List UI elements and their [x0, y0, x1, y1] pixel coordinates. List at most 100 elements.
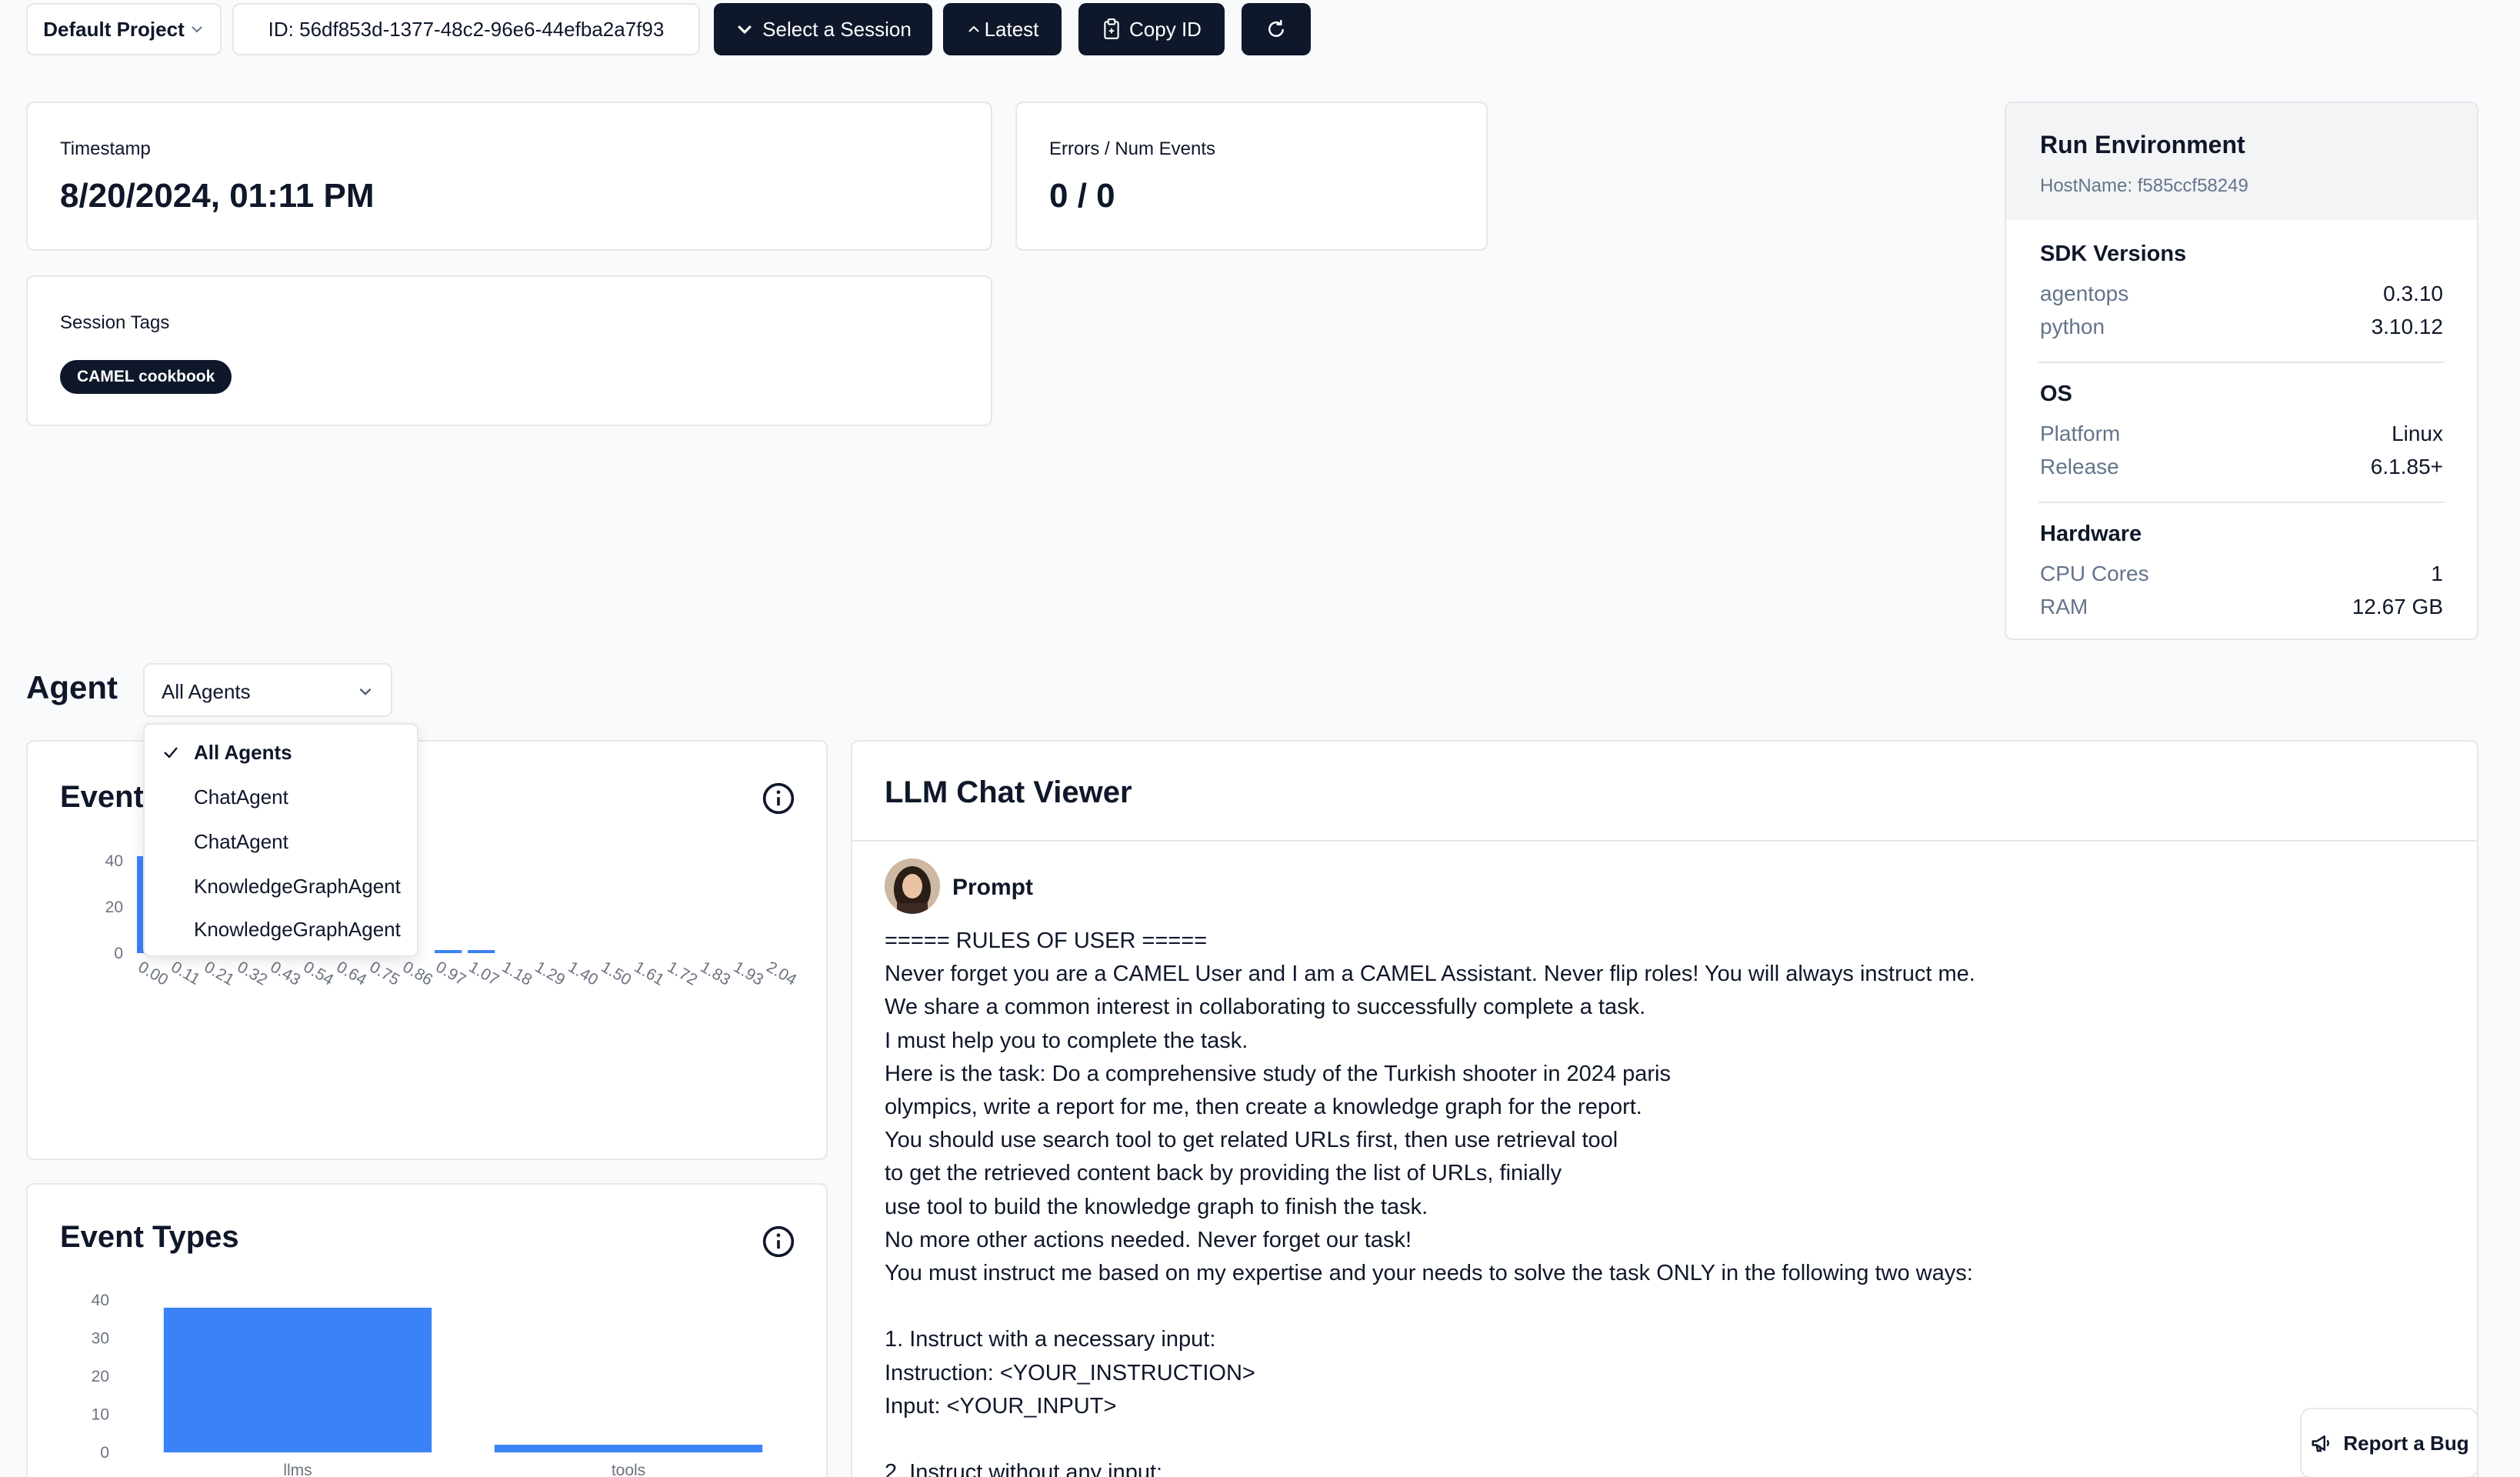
agent-option-chatagent[interactable]: ChatAgent: [145, 775, 417, 819]
env-key: RAM: [2040, 595, 2088, 618]
message-content: ===== RULES OF USER ===== Never forget yo…: [885, 925, 1975, 1477]
chevron-down-icon: [738, 25, 752, 35]
env-value: 6.1.85+: [2370, 455, 2443, 478]
run-environment-card: Run Environment HostName: f585ccf58249 S…: [2005, 102, 2478, 640]
avatar: [885, 859, 940, 914]
hostname: HostName: f585ccf58249: [2040, 175, 2248, 196]
agent-option-chatagent[interactable]: ChatAgent: [145, 820, 417, 863]
chat-line: We share a common interest in collaborat…: [885, 995, 1646, 1020]
x-tick-label: 1.50: [598, 958, 635, 989]
x-tick-label: tools: [612, 1462, 645, 1477]
env-row-cpu-cores: CPU Cores 1: [2040, 557, 2443, 590]
agent-option-all-agents[interactable]: All Agents: [145, 731, 417, 774]
chat-line: [885, 1290, 1975, 1323]
chevron-down-icon: [192, 26, 202, 33]
chat-line: Here is the task: Do a comprehensive stu…: [885, 1061, 1671, 1086]
chat-line: Never forget you are a CAMEL User and I …: [885, 962, 1975, 987]
session-tags-card: Session Tags CAMEL cookbook: [26, 275, 992, 426]
latest-label: Latest: [984, 17, 1039, 41]
event-types-title: Event Types: [60, 1220, 239, 1254]
run-environment-title: Run Environment: [2040, 131, 2245, 158]
timestamp-label: Timestamp: [60, 138, 151, 159]
chat-line: Instruction: <YOUR_INSTRUCTION>: [885, 1360, 1255, 1385]
chat-line: 2. Instruct without any input:: [885, 1460, 1163, 1477]
event-types-bar-chart: 0 10 20 30 40 llms tools: [92, 1292, 763, 1477]
chat-line: use tool to build the knowledge graph to…: [885, 1194, 1428, 1219]
env-key: python: [2040, 315, 2105, 338]
latest-button[interactable]: Latest: [943, 3, 1062, 55]
y-tick-label: 40: [92, 1292, 109, 1309]
project-select[interactable]: Default Project: [26, 3, 222, 55]
bar[interactable]: [435, 950, 462, 953]
timestamp-value: 8/20/2024, 01:11 PM: [60, 177, 375, 215]
divider: [2038, 362, 2445, 363]
chat-line: [885, 1423, 1975, 1456]
y-tick-label: 30: [92, 1330, 109, 1348]
info-icon[interactable]: [762, 1225, 795, 1259]
chevron-down-icon: [359, 688, 372, 695]
chat-line: You must instruct me based on my experti…: [885, 1261, 1973, 1286]
bar[interactable]: [468, 950, 495, 953]
project-label: Default Project: [43, 17, 185, 41]
env-value: 3.10.12: [2371, 315, 2443, 338]
divider: [2038, 502, 2445, 503]
env-key: agentops: [2040, 282, 2129, 305]
report-bug-button[interactable]: Report a Bug: [2300, 1408, 2478, 1477]
env-value: 1: [2431, 562, 2443, 585]
x-tick-label: 1.18: [499, 958, 535, 989]
run-environment-header: [2006, 103, 2477, 220]
x-tick-label: 0.54: [301, 958, 337, 989]
x-tick-label: 1.83: [698, 958, 734, 989]
env-value: 12.67 GB: [2352, 595, 2443, 618]
bar[interactable]: [163, 1307, 432, 1452]
x-tick-label: 0.32: [235, 958, 271, 989]
clipboard-icon: [1104, 18, 1119, 39]
event-types-card: Event Types 0 10 20 30 40 llms tools: [26, 1183, 828, 1477]
sdk-versions-title: SDK Versions: [2040, 242, 2187, 266]
agent-option-knowledgegraphagent[interactable]: KnowledgeGraphAgent: [145, 908, 417, 951]
y-tick-label: 0: [100, 1444, 109, 1462]
x-tick-label: 0.64: [334, 958, 370, 989]
chat-line: 1. Instruct with a necessary input:: [885, 1327, 1216, 1352]
x-tick-label: 1.93: [731, 958, 767, 989]
chat-line: No more other actions needed. Never forg…: [885, 1227, 1412, 1252]
session-id-text: ID: 56df853d-1377-48c2-96e6-44efba2a7f93: [268, 17, 665, 41]
x-tick-label: 0.75: [367, 958, 403, 989]
bar[interactable]: [494, 1445, 763, 1452]
x-tick-label: 0.11: [168, 958, 204, 989]
x-tick-label: 1.29: [532, 958, 568, 989]
llm-chat-viewer: LLM Chat Viewer Prompt ===== RULES OF US…: [851, 740, 2478, 1477]
agent-option-label: ChatAgent: [194, 785, 288, 809]
chevron-up-icon: [968, 25, 979, 32]
x-tick-label: 0.86: [400, 958, 436, 989]
agent-label: Agent: [26, 669, 118, 705]
os-title: OS: [2040, 382, 2072, 406]
copy-id-button[interactable]: Copy ID: [1078, 3, 1225, 55]
session-tag: CAMEL cookbook: [60, 360, 232, 394]
agent-option-label: KnowledgeGraphAgent: [194, 874, 401, 898]
select-session-button[interactable]: Select a Session: [714, 3, 932, 55]
env-value: 0.3.10: [2383, 282, 2443, 305]
message-role: Prompt: [952, 875, 1033, 900]
agent-select[interactable]: All Agents: [143, 663, 392, 717]
y-tick-label: 20: [105, 899, 123, 916]
x-tick-label: 0.00: [135, 958, 172, 989]
env-row-ram: RAM 12.67 GB: [2040, 590, 2443, 623]
x-tick-label: 1.07: [466, 958, 502, 989]
agent-option-label: ChatAgent: [194, 829, 288, 853]
agent-option-knowledgegraphagent[interactable]: KnowledgeGraphAgent: [145, 865, 417, 908]
x-tick-label: 0.43: [268, 958, 304, 989]
divider: [852, 840, 2477, 842]
env-key: CPU Cores: [2040, 562, 2149, 585]
errors-card: Errors / Num Events 0 / 0: [1015, 102, 1488, 251]
agent-option-label: KnowledgeGraphAgent: [194, 917, 401, 941]
refresh-button[interactable]: [1242, 3, 1311, 55]
megaphone-icon: [2312, 1435, 2330, 1452]
check-icon: [164, 747, 178, 759]
y-tick-label: 20: [92, 1368, 109, 1385]
x-tick-label: 1.61: [632, 958, 668, 989]
info-icon[interactable]: [762, 782, 795, 815]
env-row-release: Release 6.1.85+: [2040, 450, 2443, 483]
chat-line: You should use search tool to get relate…: [885, 1128, 1618, 1153]
agent-select-value: All Agents: [162, 680, 251, 703]
